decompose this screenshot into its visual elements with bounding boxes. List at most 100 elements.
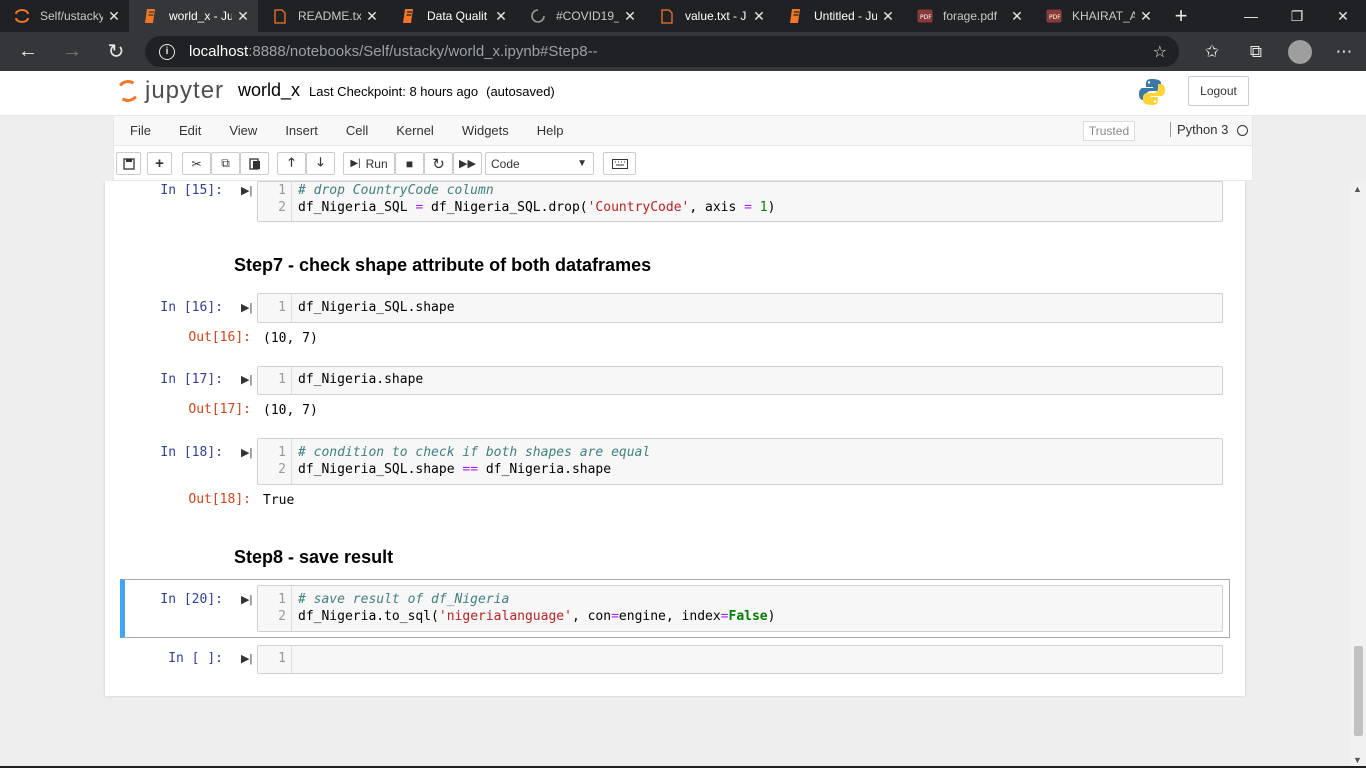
url-input[interactable]: i localhost:8888/notebooks/Self/ustacky/… <box>145 36 1179 67</box>
close-icon[interactable]: ✕ <box>752 8 766 25</box>
code-line: # condition to check if both shapes are … <box>298 445 651 460</box>
close-icon[interactable]: ✕ <box>1139 8 1153 25</box>
browser-tab-8[interactable]: PDF forage.pdf ✕ <box>903 0 1032 32</box>
browser-tab-7[interactable]: Untitled - Ju ✕ <box>774 0 903 32</box>
pdf-icon: PDF <box>1046 8 1062 24</box>
browser-tab-1[interactable]: Self/ustacky ✕ <box>0 0 129 32</box>
pdf-icon: PDF <box>917 8 933 24</box>
copy-icon[interactable]: ⧉ <box>211 152 240 175</box>
run-cell-icon[interactable]: ▶| <box>241 184 252 197</box>
menu-cell[interactable]: Cell <box>332 123 382 138</box>
menu-help[interactable]: Help <box>523 123 578 138</box>
browser-tab-4[interactable]: Data Qualit ✕ <box>387 0 516 32</box>
browser-tab-6[interactable]: value.txt - J ✕ <box>645 0 774 32</box>
markdown-heading: Step8 - save result <box>234 547 394 567</box>
code-line: # drop CountryCode column <box>298 183 494 198</box>
close-icon[interactable]: ✕ <box>623 8 637 25</box>
restart-icon[interactable]: ↻ <box>424 152 453 175</box>
code-editor[interactable]: 1 2 # drop CountryCode column df_Nigeria… <box>257 181 1223 222</box>
markdown-heading: Step7 - check shape attribute of both da… <box>234 255 652 275</box>
move-down-icon[interactable]: 🡓 <box>306 152 335 175</box>
file-icon <box>272 8 288 24</box>
stop-icon[interactable]: ■ <box>395 152 424 175</box>
cell-prompt: In [17]: <box>160 372 223 387</box>
reload-icon[interactable]: ↻ <box>94 32 138 71</box>
minimize-icon[interactable]: — <box>1228 0 1274 32</box>
close-icon[interactable]: ✕ <box>881 8 895 25</box>
menu-insert[interactable]: Insert <box>271 123 332 138</box>
jupyter-header: jupyter world_x Last Checkpoint: 8 hours… <box>0 71 1366 116</box>
code-editor[interactable]: 1 df_Nigeria_SQL.shape <box>257 293 1223 323</box>
close-icon[interactable]: ✕ <box>236 8 250 25</box>
code-editor-empty[interactable]: 1 <box>257 645 1223 674</box>
menu-edit[interactable]: Edit <box>165 123 215 138</box>
back-icon[interactable]: ← <box>6 32 50 71</box>
collections-icon[interactable]: ⧉ <box>1234 42 1278 62</box>
close-icon[interactable]: ✕ <box>107 8 121 25</box>
cut-icon[interactable]: ✂ <box>182 152 211 175</box>
profile-avatar[interactable] <box>1288 39 1312 64</box>
scroll-up-icon[interactable]: ▲ <box>1353 184 1362 194</box>
trusted-indicator[interactable]: Trusted <box>1083 121 1135 141</box>
favorites-icon[interactable]: ✩ <box>1190 42 1234 62</box>
jupyter-logo[interactable]: jupyter <box>115 77 224 105</box>
jupyter-logo-icon <box>115 78 141 104</box>
svg-text:PDF: PDF <box>920 14 932 21</box>
page-scrollbar[interactable]: ▲ ▼ <box>1350 181 1366 768</box>
scroll-down-icon[interactable]: ▼ <box>1353 755 1362 765</box>
python-logo-icon <box>1137 77 1167 107</box>
fast-forward-icon[interactable]: ▶▶ <box>453 152 482 175</box>
chevron-down-icon: ▼ <box>577 158 587 169</box>
browser-actions: ✩ ⧉ ⋯ <box>1190 32 1366 71</box>
menu-view[interactable]: View <box>215 123 271 138</box>
code-editor[interactable]: 1 df_Nigeria.shape <box>257 366 1223 395</box>
menu-widgets[interactable]: Widgets <box>448 123 523 138</box>
cell-type-select[interactable]: Code ▼ <box>485 152 594 175</box>
browser-tab-2[interactable]: world_x - Ju ✕ <box>129 0 258 32</box>
site-info-icon[interactable]: i <box>159 43 175 60</box>
save-icon[interactable] <box>116 152 141 175</box>
close-icon[interactable]: ✕ <box>365 8 379 25</box>
run-cell-icon[interactable]: ▶| <box>241 301 252 314</box>
add-favorite-icon[interactable]: ☆ <box>1153 42 1167 62</box>
step-forward-icon: ▶| <box>350 158 361 169</box>
forward-icon[interactable]: → <box>50 32 94 71</box>
run-cell-icon[interactable]: ▶| <box>241 593 252 606</box>
browser-tab-9[interactable]: PDF KHAIRAT_A ✕ <box>1032 0 1161 32</box>
logout-button[interactable]: Logout <box>1188 76 1249 106</box>
output-prompt: Out[16]: <box>188 330 251 345</box>
browser-tab-5[interactable]: #COVID19_ ✕ <box>516 0 645 32</box>
scrollbar-thumb[interactable] <box>1354 646 1363 736</box>
notebook-name[interactable]: world_x <box>238 80 300 101</box>
restore-icon[interactable]: ❐ <box>1274 0 1320 32</box>
output-prompt: Out[18]: <box>188 492 251 507</box>
run-cell-icon[interactable]: ▶| <box>241 652 252 665</box>
insert-cell-icon[interactable]: + <box>147 152 172 175</box>
run-button[interactable]: ▶| Run <box>343 152 395 175</box>
menu-file[interactable]: File <box>114 123 165 138</box>
notebook-page: In [15]: ▶| 1 2 # drop CountryCode colum… <box>105 181 1245 696</box>
more-menu-icon[interactable]: ⋯ <box>1322 42 1366 62</box>
run-cell-icon[interactable]: ▶| <box>241 373 252 386</box>
code-line: df_Nigeria_SQL.shape == df_Nigeria.shape <box>298 462 612 477</box>
move-up-icon[interactable]: 🡑 <box>277 152 306 175</box>
run-cell-icon[interactable]: ▶| <box>241 446 252 459</box>
code-line: df_Nigeria_SQL.shape <box>298 300 455 315</box>
browser-tab-3[interactable]: README.txt ✕ <box>258 0 387 32</box>
code-editor[interactable]: 1 2 # condition to check if both shapes … <box>257 438 1223 485</box>
menu-kernel[interactable]: Kernel <box>382 123 448 138</box>
browser-address-bar: ← → ↻ i localhost:8888/notebooks/Self/us… <box>0 32 1366 71</box>
code-editor[interactable]: 1 2 # save result of df_Nigeria df_Niger… <box>257 585 1223 632</box>
window-controls: — ❐ ✕ <box>1228 0 1366 32</box>
cell-output: True <box>263 493 295 508</box>
notebook-icon <box>401 8 417 24</box>
keyboard-icon[interactable] <box>603 152 636 175</box>
loading-icon <box>530 8 546 24</box>
new-tab-button[interactable]: + <box>1161 0 1201 32</box>
close-icon[interactable]: ✕ <box>494 8 508 25</box>
close-icon[interactable]: ✕ <box>1010 8 1024 25</box>
paste-icon[interactable] <box>240 152 269 175</box>
code-line: # save result of df_Nigeria <box>298 592 510 607</box>
close-window-icon[interactable]: ✕ <box>1320 0 1366 32</box>
notebook-icon <box>788 8 804 24</box>
